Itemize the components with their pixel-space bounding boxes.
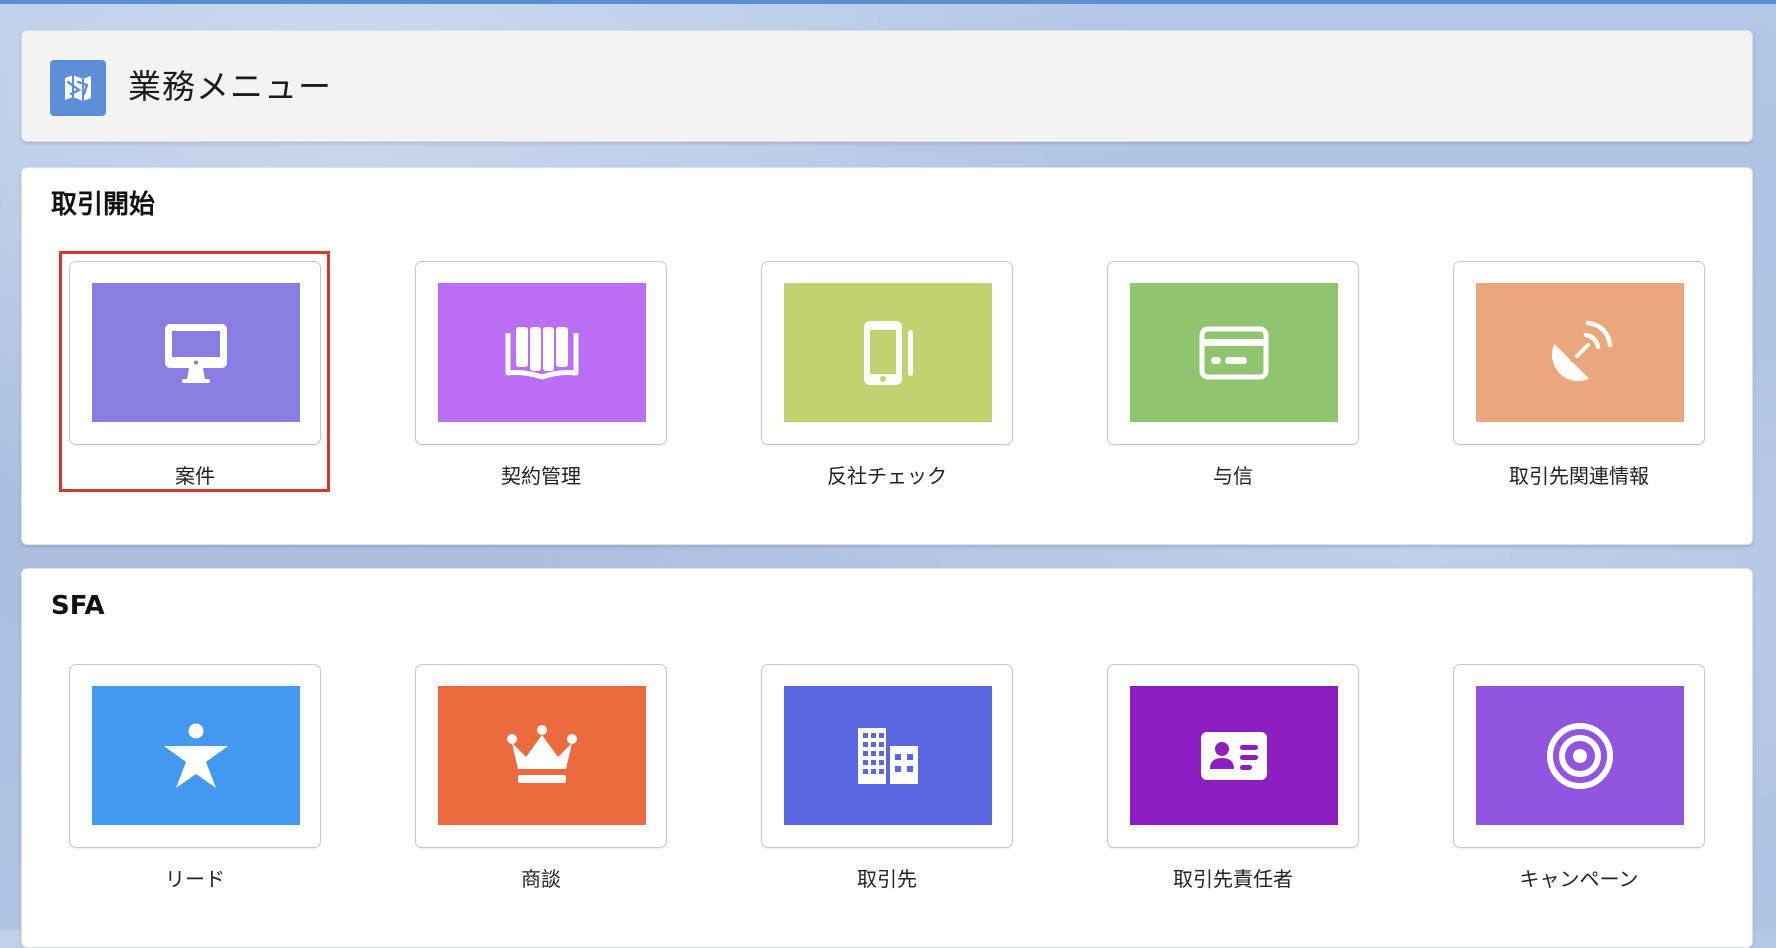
- tile-label: キャンペーン: [1519, 867, 1639, 891]
- tile-card[interactable]: [761, 664, 1013, 848]
- tile-yoshin[interactable]: 与信: [1107, 261, 1359, 490]
- tile-card[interactable]: [415, 261, 667, 445]
- tablet-icon: [864, 320, 913, 385]
- tile-color: [784, 686, 992, 825]
- tile-label: 反社チェック: [827, 464, 947, 488]
- tile-color: [1476, 686, 1684, 825]
- section-sfa: SFA リード 商談 取引先 取引先責任者 キャンペーン: [21, 568, 1753, 948]
- tile-card[interactable]: [1453, 664, 1705, 848]
- desktop-icon: [165, 323, 227, 383]
- tile-color: [1130, 686, 1338, 825]
- section-torihiki-kaishi: 取引開始 案件 契約管理 反社チェック 与信 取引先関連情報: [21, 167, 1753, 545]
- tile-card[interactable]: [1453, 261, 1705, 445]
- tile-card[interactable]: [761, 261, 1013, 445]
- section-title: 取引開始: [51, 190, 156, 220]
- tile-color: [438, 283, 646, 422]
- tile-card[interactable]: [415, 664, 667, 848]
- tile-color: [92, 686, 300, 825]
- tile-color: [1476, 283, 1684, 422]
- contact-card-icon: [1201, 731, 1267, 780]
- tile-campaign[interactable]: キャンペーン: [1453, 664, 1705, 893]
- tile-label: 取引先: [857, 867, 917, 891]
- tile-card[interactable]: [1107, 261, 1359, 445]
- tile-torihikisaki[interactable]: 取引先: [761, 664, 1013, 893]
- map-icon: [50, 60, 106, 116]
- page-header: 業務メニュー: [21, 30, 1753, 142]
- tile-color: [92, 283, 300, 422]
- tile-label: 商談: [521, 867, 561, 891]
- target-icon: [1547, 722, 1613, 789]
- tile-color: [1130, 283, 1338, 422]
- tile-card[interactable]: [69, 261, 321, 445]
- book-icon: [505, 326, 579, 379]
- page-title: 業務メニュー: [128, 67, 332, 106]
- tile-anken[interactable]: 案件: [69, 261, 321, 490]
- tile-keiyaku-kanri[interactable]: 契約管理: [415, 261, 667, 490]
- section-title: SFA: [51, 591, 105, 621]
- credit-card-icon: [1199, 326, 1269, 379]
- tile-torihikisaki-kanren-joho[interactable]: 取引先関連情報: [1453, 261, 1705, 490]
- crown-icon: [507, 724, 577, 783]
- tile-label: 与信: [1213, 464, 1253, 488]
- tile-card[interactable]: [1107, 664, 1359, 848]
- tile-lead[interactable]: リード: [69, 664, 321, 893]
- person-star-icon: [164, 723, 228, 788]
- building-icon: [858, 727, 918, 784]
- tile-card[interactable]: [69, 664, 321, 848]
- tile-hansha-check[interactable]: 反社チェック: [761, 261, 1013, 490]
- satellite-dish-icon: [1552, 320, 1613, 381]
- tile-color: [784, 283, 992, 422]
- tile-label: 取引先関連情報: [1509, 464, 1649, 488]
- tile-torihikisaki-sekininsha[interactable]: 取引先責任者: [1107, 664, 1359, 893]
- tile-label: 取引先責任者: [1173, 867, 1293, 891]
- tile-shodan[interactable]: 商談: [415, 664, 667, 893]
- top-accent-bar: [0, 0, 1776, 4]
- tile-label: 契約管理: [501, 464, 581, 488]
- tile-color: [438, 686, 646, 825]
- tile-label: 案件: [175, 464, 215, 488]
- tile-label: リード: [165, 867, 225, 891]
